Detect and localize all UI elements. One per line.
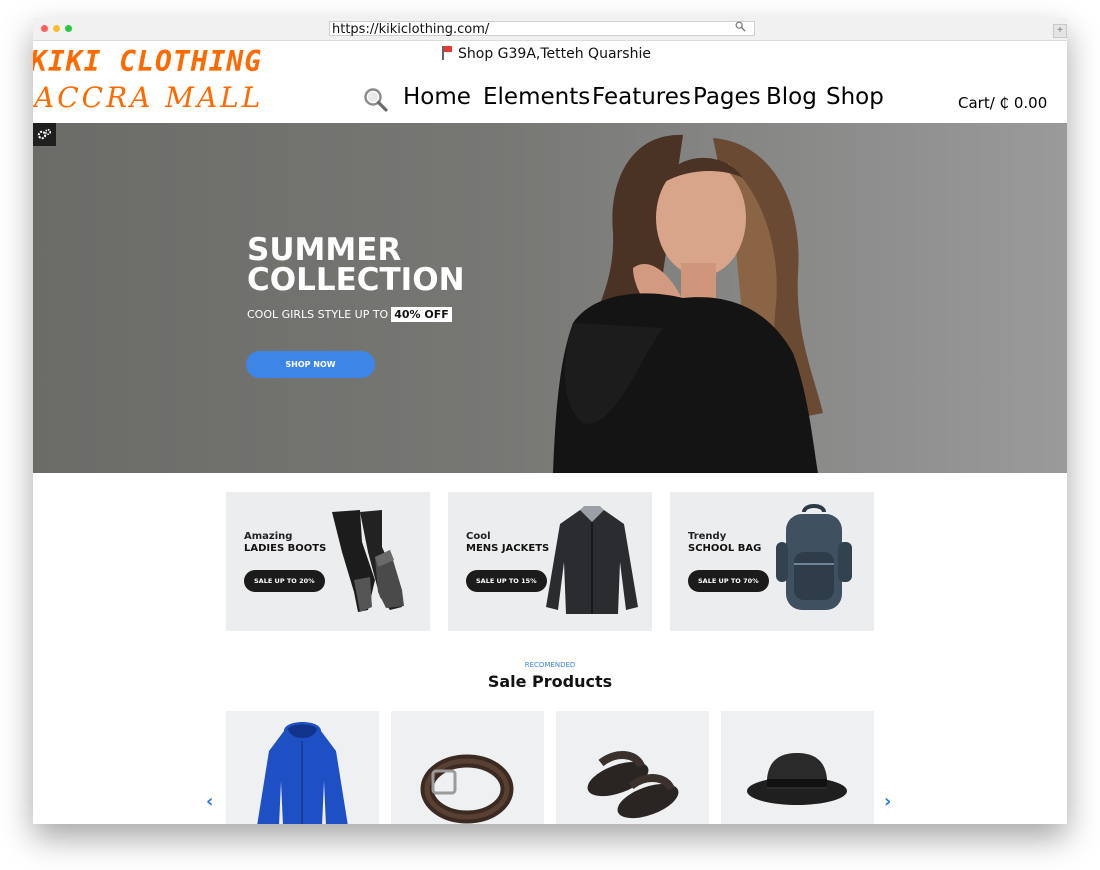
- promo-tagline: Trendy: [688, 531, 727, 542]
- minimize-window-dot[interactable]: [53, 25, 60, 32]
- product-card[interactable]: [391, 711, 544, 824]
- browser-window: https://kikiclothing.com/ + KIKI CLOTHIN…: [33, 18, 1067, 824]
- nav-pages[interactable]: Pages: [693, 84, 761, 110]
- belt-image: [420, 754, 514, 824]
- promo-card-bags[interactable]: Trendy SCHOOL BAG SALE UP TO 70%: [670, 492, 874, 631]
- cart-link[interactable]: Cart/ ₵ 0.00: [958, 94, 1047, 112]
- nav-features[interactable]: Features: [592, 84, 691, 110]
- store-address-text: Shop G39A,Tetteh Quarshie: [458, 46, 651, 62]
- search-icon[interactable]: [735, 21, 746, 32]
- store-address: Shop G39A,Tetteh Quarshie: [442, 46, 651, 62]
- hero-title-line2: COLLECTION: [247, 262, 465, 298]
- brand-location: ACCRA MALL: [34, 81, 264, 114]
- hat-image: [747, 753, 847, 805]
- gear-icon: [37, 129, 52, 140]
- address-bar[interactable]: https://kikiclothing.com/: [329, 21, 755, 37]
- promo-tagline: Amazing: [244, 531, 293, 542]
- hero-subtitle-text: COOL GIRLS STYLE UP TO: [247, 308, 389, 321]
- flag-icon: [442, 46, 453, 60]
- hero-model-image: [553, 134, 823, 473]
- settings-button[interactable]: [33, 123, 56, 146]
- brand-name[interactable]: KIKI CLOTHING: [33, 45, 262, 78]
- hero-subtitle: COOL GIRLS STYLE UP TO 40% OFF: [247, 307, 452, 322]
- product-card[interactable]: [721, 711, 874, 824]
- hero-title-line1: SUMMER: [247, 232, 402, 268]
- promo-sale-button[interactable]: SALE UP TO 15%: [466, 570, 547, 592]
- discount-badge: 40% OFF: [391, 307, 452, 322]
- nav-home[interactable]: Home: [403, 84, 471, 110]
- close-window-dot[interactable]: [41, 25, 48, 32]
- browser-toolbar: https://kikiclothing.com/ +: [33, 18, 1067, 41]
- promo-title: MENS JACKETS: [466, 543, 550, 554]
- nav-elements[interactable]: Elements: [483, 84, 590, 110]
- new-tab-button[interactable]: +: [1053, 24, 1067, 38]
- product-card[interactable]: [556, 711, 709, 824]
- promo-sale-button[interactable]: SALE UP TO 20%: [244, 570, 325, 592]
- hero-banner: SUMMER COLLECTION COOL GIRLS STYLE UP TO…: [33, 123, 1067, 473]
- carousel-next-button[interactable]: ›: [884, 793, 898, 811]
- sandals-image: [587, 751, 679, 819]
- product-card[interactable]: [226, 711, 379, 824]
- section-eyebrow: RECOMENDED: [524, 661, 576, 669]
- jacket-image: [546, 506, 638, 614]
- address-bar-url: https://kikiclothing.com/: [332, 22, 490, 37]
- hero-title: SUMMER COLLECTION: [247, 232, 465, 298]
- backpack-image: [776, 504, 852, 610]
- boots-image: [332, 510, 404, 612]
- nav-shop[interactable]: Shop: [826, 84, 884, 110]
- promo-title: SCHOOL BAG: [688, 543, 762, 554]
- search-icon[interactable]: [363, 87, 389, 113]
- carousel-prev-button[interactable]: ‹: [206, 793, 220, 811]
- promo-card-jackets[interactable]: Cool MENS JACKETS SALE UP TO 15%: [448, 492, 652, 631]
- promo-sale-button[interactable]: SALE UP TO 70%: [688, 570, 769, 592]
- section-title: Sale Products: [487, 672, 613, 691]
- nav-blog[interactable]: Blog: [766, 84, 817, 110]
- promo-title: LADIES BOOTS: [244, 543, 327, 554]
- shop-now-button[interactable]: SHOP NOW: [246, 351, 375, 378]
- maximize-window-dot[interactable]: [65, 25, 72, 32]
- hoodie-image: [257, 722, 348, 824]
- promo-tagline: Cool: [466, 531, 491, 542]
- promo-card-boots[interactable]: Amazing LADIES BOOTS SALE UP TO 20%: [226, 492, 430, 631]
